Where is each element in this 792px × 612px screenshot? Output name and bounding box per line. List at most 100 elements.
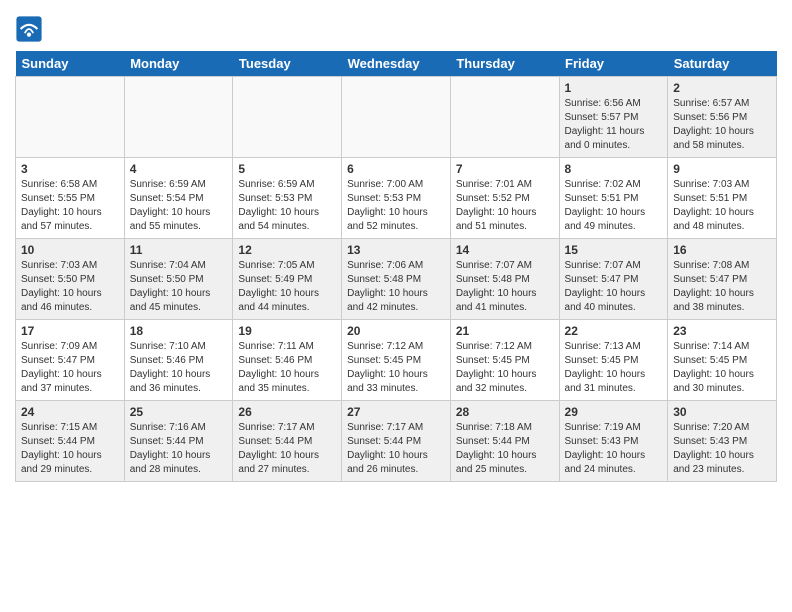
day-cell: 30Sunrise: 7:20 AM Sunset: 5:43 PM Dayli… bbox=[668, 401, 777, 482]
day-cell: 11 Sunrise: 7:04 AM Sunset: 5:50 PM Dayli… bbox=[124, 239, 233, 320]
day-number: 16 bbox=[673, 243, 771, 257]
day-info: Sunrise: 6:56 AM Sunset: 5:57 PM Dayligh… bbox=[565, 97, 663, 153]
day-info: Sunrise: 7:08 AM Sunset: 5:47 PM Dayligh… bbox=[673, 259, 771, 315]
day-number: 20 bbox=[347, 324, 445, 338]
day-info: Sunrise: 6:58 AM Sunset: 5:55 PM Dayligh… bbox=[21, 178, 119, 234]
day-info: Sunrise: 7:12 AM Sunset: 5:45 PM Dayligh… bbox=[347, 340, 445, 396]
day-cell: 7 Sunrise: 7:01 AM Sunset: 5:52 PM Daylig… bbox=[450, 158, 559, 239]
calendar-table: SundayMondayTuesdayWednesdayThursdayFrid… bbox=[15, 51, 777, 482]
day-cell: 22 Sunrise: 7:13 AM Sunset: 5:45 PM Dayli… bbox=[559, 320, 668, 401]
day-cell: 17 Sunrise: 7:09 AM Sunset: 5:47 PM Dayli… bbox=[16, 320, 125, 401]
day-cell: 28 Sunrise: 7:18 AM Sunset: 5:44 PM Dayli… bbox=[450, 401, 559, 482]
day-info: Sunrise: 7:20 AM Sunset: 5:43 PM Dayligh… bbox=[673, 421, 771, 477]
day-info: Sunrise: 6:59 AM Sunset: 5:54 PM Dayligh… bbox=[130, 178, 228, 234]
day-number: 26 bbox=[238, 405, 336, 419]
day-number: 25 bbox=[130, 405, 228, 419]
day-info: Sunrise: 7:17 AM Sunset: 5:44 PM Dayligh… bbox=[347, 421, 445, 477]
day-cell bbox=[124, 77, 233, 158]
day-info: Sunrise: 6:57 AM Sunset: 5:56 PM Dayligh… bbox=[673, 97, 771, 153]
week-row-0: 1 Sunrise: 6:56 AM Sunset: 5:57 PM Daylig… bbox=[16, 77, 777, 158]
day-number: 11 bbox=[130, 243, 228, 257]
day-number: 5 bbox=[238, 162, 336, 176]
day-cell: 15 Sunrise: 7:07 AM Sunset: 5:47 PM Dayli… bbox=[559, 239, 668, 320]
day-info: Sunrise: 7:16 AM Sunset: 5:44 PM Dayligh… bbox=[130, 421, 228, 477]
logo-icon bbox=[15, 15, 43, 43]
day-info: Sunrise: 7:05 AM Sunset: 5:49 PM Dayligh… bbox=[238, 259, 336, 315]
day-number: 9 bbox=[673, 162, 771, 176]
day-number: 17 bbox=[21, 324, 119, 338]
day-info: Sunrise: 7:01 AM Sunset: 5:52 PM Dayligh… bbox=[456, 178, 554, 234]
weekday-header-monday: Monday bbox=[124, 51, 233, 77]
day-cell: 29Sunrise: 7:19 AM Sunset: 5:43 PM Dayli… bbox=[559, 401, 668, 482]
day-cell: 13 Sunrise: 7:06 AM Sunset: 5:48 PM Dayli… bbox=[342, 239, 451, 320]
day-info: Sunrise: 7:09 AM Sunset: 5:47 PM Dayligh… bbox=[21, 340, 119, 396]
day-info: Sunrise: 7:06 AM Sunset: 5:48 PM Dayligh… bbox=[347, 259, 445, 315]
weekday-header-wednesday: Wednesday bbox=[342, 51, 451, 77]
weekday-header-tuesday: Tuesday bbox=[233, 51, 342, 77]
day-number: 18 bbox=[130, 324, 228, 338]
day-number: 22 bbox=[565, 324, 663, 338]
day-cell: 23 Sunrise: 7:14 AM Sunset: 5:45 PM Dayli… bbox=[668, 320, 777, 401]
header bbox=[15, 10, 777, 43]
logo bbox=[15, 15, 47, 43]
day-cell: 27 Sunrise: 7:17 AM Sunset: 5:44 PM Dayli… bbox=[342, 401, 451, 482]
day-cell: 2Sunrise: 6:57 AM Sunset: 5:56 PM Daylig… bbox=[668, 77, 777, 158]
day-info: Sunrise: 7:14 AM Sunset: 5:45 PM Dayligh… bbox=[673, 340, 771, 396]
weekday-header-thursday: Thursday bbox=[450, 51, 559, 77]
main-container: SundayMondayTuesdayWednesdayThursdayFrid… bbox=[0, 0, 792, 492]
day-cell: 12Sunrise: 7:05 AM Sunset: 5:49 PM Dayli… bbox=[233, 239, 342, 320]
day-number: 3 bbox=[21, 162, 119, 176]
day-cell: 6 Sunrise: 7:00 AM Sunset: 5:53 PM Daylig… bbox=[342, 158, 451, 239]
day-cell bbox=[450, 77, 559, 158]
day-number: 23 bbox=[673, 324, 771, 338]
day-info: Sunrise: 7:13 AM Sunset: 5:45 PM Dayligh… bbox=[565, 340, 663, 396]
day-info: Sunrise: 7:03 AM Sunset: 5:51 PM Dayligh… bbox=[673, 178, 771, 234]
day-number: 15 bbox=[565, 243, 663, 257]
day-info: Sunrise: 7:12 AM Sunset: 5:45 PM Dayligh… bbox=[456, 340, 554, 396]
day-info: Sunrise: 6:59 AM Sunset: 5:53 PM Dayligh… bbox=[238, 178, 336, 234]
day-info: Sunrise: 7:11 AM Sunset: 5:46 PM Dayligh… bbox=[238, 340, 336, 396]
day-info: Sunrise: 7:02 AM Sunset: 5:51 PM Dayligh… bbox=[565, 178, 663, 234]
day-number: 1 bbox=[565, 81, 663, 95]
day-cell: 20 Sunrise: 7:12 AM Sunset: 5:45 PM Dayli… bbox=[342, 320, 451, 401]
day-cell: 26 Sunrise: 7:17 AM Sunset: 5:44 PM Dayli… bbox=[233, 401, 342, 482]
weekday-header-sunday: Sunday bbox=[16, 51, 125, 77]
day-cell: 3 Sunrise: 6:58 AM Sunset: 5:55 PM Daylig… bbox=[16, 158, 125, 239]
day-info: Sunrise: 7:18 AM Sunset: 5:44 PM Dayligh… bbox=[456, 421, 554, 477]
day-cell: 9 Sunrise: 7:03 AM Sunset: 5:51 PM Daylig… bbox=[668, 158, 777, 239]
week-row-1: 3 Sunrise: 6:58 AM Sunset: 5:55 PM Daylig… bbox=[16, 158, 777, 239]
day-info: Sunrise: 7:07 AM Sunset: 5:47 PM Dayligh… bbox=[565, 259, 663, 315]
day-number: 6 bbox=[347, 162, 445, 176]
day-cell: 4 Sunrise: 6:59 AM Sunset: 5:54 PM Daylig… bbox=[124, 158, 233, 239]
day-cell: 18 Sunrise: 7:10 AM Sunset: 5:46 PM Dayli… bbox=[124, 320, 233, 401]
day-info: Sunrise: 7:17 AM Sunset: 5:44 PM Dayligh… bbox=[238, 421, 336, 477]
day-info: Sunrise: 7:00 AM Sunset: 5:53 PM Dayligh… bbox=[347, 178, 445, 234]
day-cell bbox=[342, 77, 451, 158]
day-cell: 25 Sunrise: 7:16 AM Sunset: 5:44 PM Dayli… bbox=[124, 401, 233, 482]
week-row-3: 17 Sunrise: 7:09 AM Sunset: 5:47 PM Dayli… bbox=[16, 320, 777, 401]
day-info: Sunrise: 7:10 AM Sunset: 5:46 PM Dayligh… bbox=[130, 340, 228, 396]
day-cell: 19 Sunrise: 7:11 AM Sunset: 5:46 PM Dayli… bbox=[233, 320, 342, 401]
day-info: Sunrise: 7:04 AM Sunset: 5:50 PM Dayligh… bbox=[130, 259, 228, 315]
day-number: 27 bbox=[347, 405, 445, 419]
day-cell: 8 Sunrise: 7:02 AM Sunset: 5:51 PM Daylig… bbox=[559, 158, 668, 239]
day-number: 29 bbox=[565, 405, 663, 419]
day-number: 7 bbox=[456, 162, 554, 176]
day-number: 19 bbox=[238, 324, 336, 338]
day-number: 4 bbox=[130, 162, 228, 176]
day-cell: 16 Sunrise: 7:08 AM Sunset: 5:47 PM Dayli… bbox=[668, 239, 777, 320]
day-cell: 1 Sunrise: 6:56 AM Sunset: 5:57 PM Daylig… bbox=[559, 77, 668, 158]
day-info: Sunrise: 7:15 AM Sunset: 5:44 PM Dayligh… bbox=[21, 421, 119, 477]
day-cell: 21Sunrise: 7:12 AM Sunset: 5:45 PM Dayli… bbox=[450, 320, 559, 401]
day-number: 13 bbox=[347, 243, 445, 257]
day-cell bbox=[16, 77, 125, 158]
day-number: 14 bbox=[456, 243, 554, 257]
day-info: Sunrise: 7:07 AM Sunset: 5:48 PM Dayligh… bbox=[456, 259, 554, 315]
day-number: 28 bbox=[456, 405, 554, 419]
day-number: 8 bbox=[565, 162, 663, 176]
day-cell: 24Sunrise: 7:15 AM Sunset: 5:44 PM Dayli… bbox=[16, 401, 125, 482]
day-info: Sunrise: 7:03 AM Sunset: 5:50 PM Dayligh… bbox=[21, 259, 119, 315]
day-number: 10 bbox=[21, 243, 119, 257]
week-row-2: 10 Sunrise: 7:03 AM Sunset: 5:50 PM Dayli… bbox=[16, 239, 777, 320]
weekday-header-row: SundayMondayTuesdayWednesdayThursdayFrid… bbox=[16, 51, 777, 77]
